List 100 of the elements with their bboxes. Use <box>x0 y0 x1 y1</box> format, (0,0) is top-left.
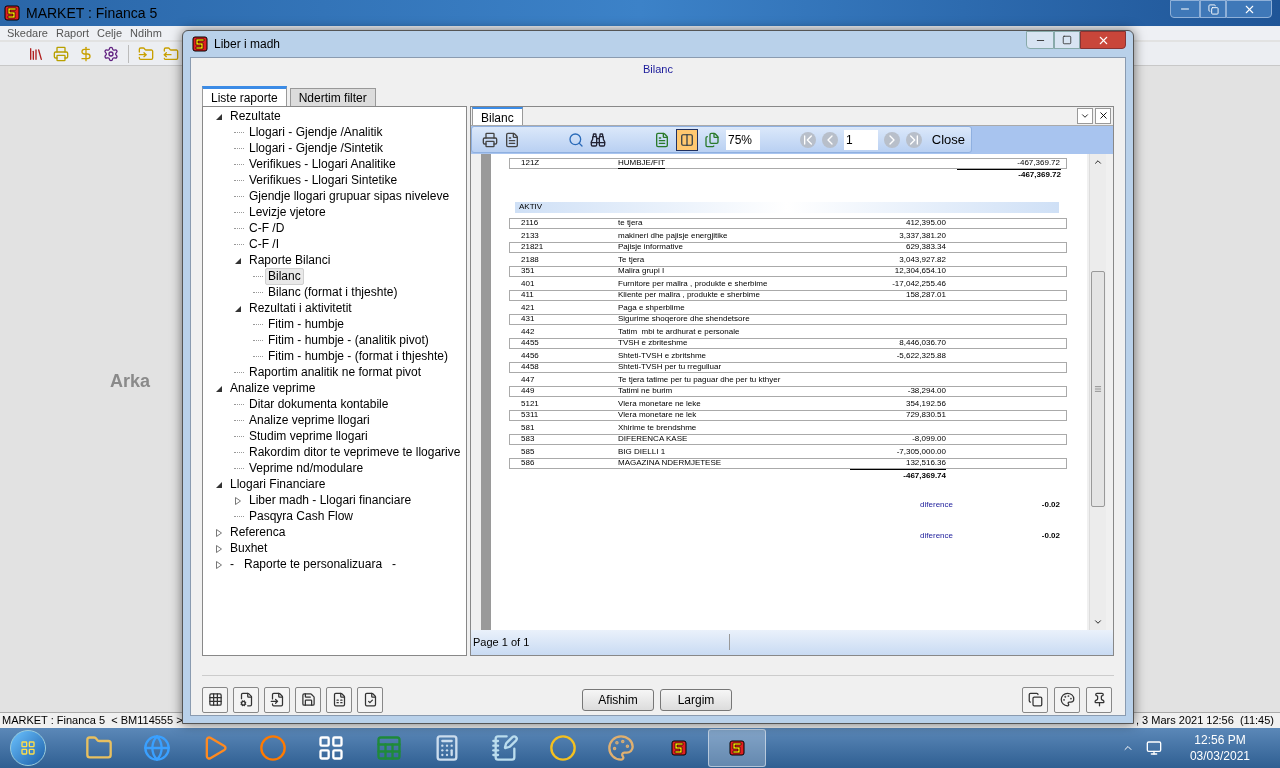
menu-item[interactable]: Ndihm <box>130 24 162 42</box>
tree-item[interactable]: Bilanc (format i thjeshte) <box>265 284 401 301</box>
vertical-scrollbar[interactable] <box>1089 153 1106 630</box>
expand-toggle-icon[interactable] <box>215 112 223 121</box>
expand-toggle-icon[interactable] <box>234 256 242 265</box>
close-button[interactable]: Close <box>931 129 965 150</box>
dialog-button[interactable]: Largim <box>660 688 732 711</box>
menu-item[interactable]: Skedare <box>7 24 48 42</box>
windows-logo-icon[interactable] <box>20 740 36 756</box>
tree-item[interactable]: Raporte Bilanci <box>246 252 334 269</box>
tree-item[interactable]: Referenca <box>227 524 289 541</box>
tree-item[interactable]: C-F /D <box>246 220 288 237</box>
close-button[interactable] <box>1095 107 1111 124</box>
expand-toggle-icon[interactable] <box>215 384 223 393</box>
tree-item[interactable]: Llogari - Gjendje /Analitik <box>246 124 386 141</box>
document-import-icon <box>269 692 285 707</box>
paint-icon <box>607 734 635 762</box>
tree-item[interactable]: Liber madh - Llogari financiare <box>246 492 415 509</box>
tree-item[interactable]: Veprime nd/modulare <box>246 460 367 477</box>
dialog-button[interactable]: Afishim <box>582 688 654 711</box>
account-code: 2188 <box>520 255 540 265</box>
toolbar-button[interactable] <box>264 686 290 713</box>
notepad-icon <box>491 734 519 762</box>
tree-item[interactable]: Fitim - humbje - (analitik pivot) <box>265 332 432 349</box>
account-code: 581 <box>520 423 536 433</box>
amount: 354,192.56 <box>904 399 946 409</box>
tab[interactable]: Liste raporte <box>202 85 287 106</box>
page-setup-icon[interactable] <box>504 131 520 148</box>
expand-toggle-icon[interactable] <box>234 304 242 313</box>
maximize-icon[interactable] <box>1062 35 1072 45</box>
expand-toggle-icon[interactable] <box>234 496 242 505</box>
tree-item[interactable]: C-F /I <box>246 236 282 253</box>
tab[interactable]: Bilanc <box>472 106 523 125</box>
restore-button[interactable] <box>1200 0 1226 18</box>
expand-toggle-icon[interactable] <box>215 560 223 569</box>
tab[interactable]: Ndertim filter <box>289 87 376 106</box>
binoculars-icon[interactable] <box>590 131 606 148</box>
tree-item[interactable]: Llogari - Gjendje /Sintetik <box>246 140 387 157</box>
account-name: Sigurime shoqerore dhe shendetsore <box>618 314 751 324</box>
tree-item[interactable]: Analize veprime <box>227 380 319 397</box>
tree-item[interactable]: - Raporte te personalizuara - <box>227 556 400 573</box>
menu-item[interactable]: Celje <box>97 24 123 42</box>
gear-icon[interactable] <box>103 45 119 62</box>
expand-toggle-icon[interactable] <box>215 528 223 537</box>
single-page-icon[interactable] <box>654 131 670 148</box>
tree-item[interactable]: Rezultati i aktivitetit <box>246 300 355 317</box>
tree-item[interactable]: Raportim analitik ne format pivot <box>246 364 425 381</box>
spreadsheet-icon <box>375 734 403 762</box>
grid-icon <box>207 692 223 707</box>
account-name: Xhirime te brendshme <box>618 423 698 433</box>
tree-item[interactable]: Verifikues - Llogari Sintetike <box>246 172 401 189</box>
globe-icon <box>143 734 171 762</box>
tree-item[interactable]: Rezultate <box>227 108 284 125</box>
tree-item[interactable]: Ditar dokumenta kontabile <box>246 396 392 413</box>
tree-item[interactable]: Buxhet <box>227 540 271 557</box>
tree-item[interactable]: Bilanc <box>265 268 304 285</box>
restore-icon[interactable] <box>1207 3 1219 15</box>
expand-toggle-icon[interactable] <box>215 480 223 489</box>
account-code: 442 <box>520 327 536 337</box>
toolbar-button[interactable] <box>357 686 383 713</box>
page-width-button[interactable] <box>676 128 698 151</box>
books-icon[interactable] <box>28 45 44 62</box>
zoom-field[interactable]: 75% <box>726 129 760 150</box>
expand-toggle-icon[interactable] <box>215 544 223 553</box>
tree-item[interactable]: Verifikues - Llogari Analitike <box>246 156 399 173</box>
taskbar-app-button[interactable] <box>708 729 766 767</box>
tree-item[interactable]: Llogari Financiare <box>227 476 329 493</box>
difference-value: -0.02 <box>1040 530 1060 541</box>
amount: -38,294.00 <box>906 386 946 396</box>
toolbar-button[interactable] <box>326 686 352 713</box>
toolbar-button[interactable] <box>233 686 259 713</box>
toolbar-button[interactable] <box>1022 686 1048 713</box>
minimize-button[interactable] <box>1170 0 1200 18</box>
multiple-pages-icon[interactable] <box>704 131 720 148</box>
menu-item[interactable]: Raport <box>56 24 89 42</box>
toolbar-button[interactable] <box>1086 686 1112 713</box>
printer-icon[interactable] <box>482 131 498 148</box>
search-icon[interactable] <box>568 131 584 148</box>
tree-item[interactable]: Gjendje llogari grupuar sipas niveleve <box>246 188 453 205</box>
toolbar-button[interactable] <box>295 686 321 713</box>
tree-item[interactable]: Rakordim ditor te veprimeve te llogarive <box>246 444 464 461</box>
network-icon[interactable] <box>1145 740 1162 756</box>
account-name: Tatimi ne burim <box>618 386 674 396</box>
tree-item[interactable]: Pasqyra Cash Flow <box>246 508 357 525</box>
tree-item[interactable]: Analize veprime llogari <box>246 412 373 429</box>
account-code: 585 <box>520 447 536 457</box>
tree-item[interactable]: Fitim - humbje <box>265 316 347 333</box>
folder-icon <box>85 734 113 762</box>
report-heading: Bilanc <box>643 62 673 77</box>
account-name: Te tjera tatime per tu paguar dhe per tu kthyer <box>618 375 782 385</box>
toolbar-button[interactable] <box>1054 686 1080 713</box>
maximize-button[interactable] <box>1054 31 1080 49</box>
toolbar-button[interactable] <box>202 686 228 713</box>
tree-item[interactable]: Fitim - humbje - (format i thjeshte) <box>265 348 452 365</box>
account-code: 5121 <box>520 399 540 409</box>
folder-export-icon[interactable] <box>163 45 179 62</box>
tree-item[interactable]: Studim veprime llogari <box>246 428 371 445</box>
tree-item[interactable]: Levizje vjetore <box>246 204 329 221</box>
start-button[interactable] <box>10 730 46 766</box>
page-number-field[interactable]: 1 <box>844 129 878 150</box>
